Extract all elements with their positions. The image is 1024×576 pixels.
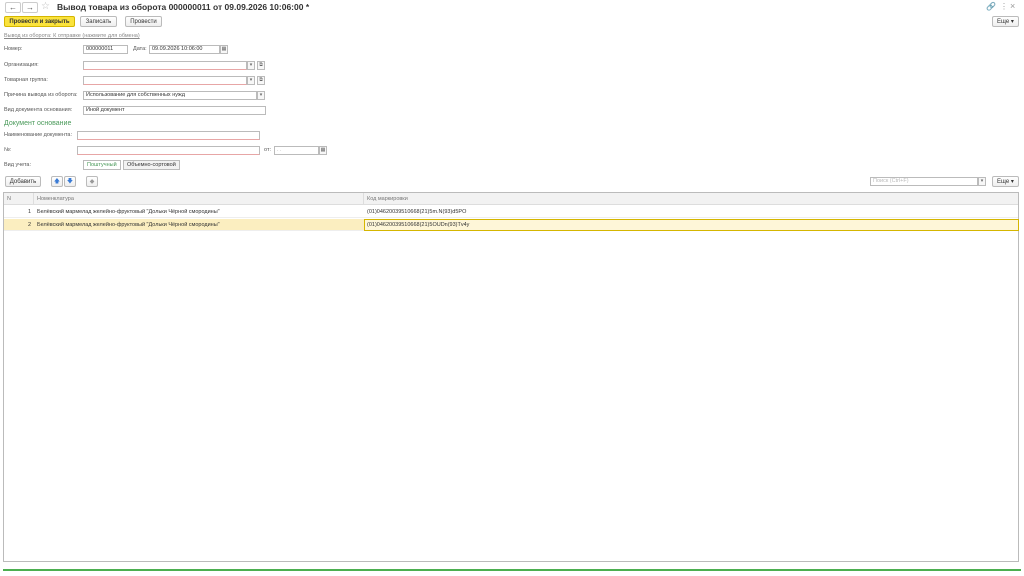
add-button[interactable]: Добавить <box>5 176 41 187</box>
org-label: Организация: <box>4 62 39 68</box>
calendar-icon[interactable]: ▦ <box>220 45 228 54</box>
favorite-star-icon[interactable]: ☆ <box>41 1 50 12</box>
dropdown-icon[interactable]: ▾ <box>978 177 986 186</box>
doc-name-field[interactable] <box>77 131 260 140</box>
section-title: Документ основание <box>4 120 72 127</box>
calendar-icon[interactable]: ▦ <box>319 146 327 155</box>
move-down-icon[interactable]: 🡇 <box>64 176 76 187</box>
link-icon[interactable]: 🔗 <box>986 2 996 11</box>
post-and-close-button[interactable]: Провести и закрыть <box>4 16 75 27</box>
number-field[interactable]: 000000011 <box>83 45 128 54</box>
menu-dots-icon[interactable]: ⋮ <box>1000 2 1008 11</box>
reason-field[interactable]: Использование для собственных нужд <box>83 91 257 100</box>
group-label: Товарная группа: <box>4 77 48 83</box>
mode-piece-toggle[interactable]: Поштучный <box>83 160 121 170</box>
status-bar-line <box>3 569 1021 571</box>
row-item[interactable]: Белёвский мармелад желейно-фруктовый "До… <box>37 219 362 231</box>
forward-button[interactable]: → <box>22 2 38 13</box>
row-code[interactable]: (01)04620039510668(21)5OUDn(93)Tv4y <box>364 219 1019 231</box>
from-date-field[interactable]: . . <box>274 146 319 155</box>
column-header-item[interactable]: Номенклатура <box>34 193 364 205</box>
move-up-icon[interactable]: 🡅 <box>51 176 63 187</box>
number-label: Номер: <box>4 46 23 52</box>
dropdown-icon[interactable]: ▾ <box>247 61 255 70</box>
barcode-icon[interactable]: ◆ <box>86 176 98 187</box>
mode-bulk-toggle[interactable]: Объемно-сортовой <box>123 160 180 170</box>
table-header: N Номенклатура Код маркировки <box>4 193 1018 205</box>
page-title: Вывод товара из оборота 000000011 от 09.… <box>57 2 310 12</box>
doc-num-field[interactable] <box>77 146 260 155</box>
org-field[interactable] <box>83 61 247 70</box>
open-icon[interactable]: ⧉ <box>257 76 265 85</box>
column-header-n[interactable]: N <box>4 193 34 205</box>
row-number: 1 <box>27 209 31 215</box>
close-icon[interactable]: × <box>1010 1 1015 11</box>
doc-kind-label: Вид документа основания: <box>4 107 73 113</box>
doc-num-label: №: <box>4 147 12 153</box>
table-more-button[interactable]: Еще ▾ <box>992 176 1019 187</box>
row-number: 2 <box>27 222 31 228</box>
items-table[interactable]: N Номенклатура Код маркировки 1 Белёвски… <box>3 192 1019 562</box>
row-item[interactable]: Белёвский мармелад желейно-фруктовый "До… <box>37 206 362 218</box>
reason-label: Причина вывода из оборота: <box>4 92 78 98</box>
doc-name-label: Наименование документа: <box>4 132 73 138</box>
save-button[interactable]: Записать <box>80 16 117 27</box>
back-button[interactable]: ← <box>5 2 21 13</box>
doc-kind-field[interactable]: Иной документ <box>83 106 266 115</box>
dropdown-icon[interactable]: ▾ <box>257 91 265 100</box>
from-label: от: <box>264 147 271 153</box>
post-button[interactable]: Провести <box>125 16 162 27</box>
date-label: Дата: <box>133 46 147 52</box>
dropdown-icon[interactable]: ▾ <box>247 76 255 85</box>
date-field[interactable]: 09.09.2026 10:06:00 <box>149 45 220 54</box>
row-code[interactable]: (01)04620039510668(21)5m.N(93)d5PO <box>367 206 667 218</box>
table-row[interactable]: 1 Белёвский мармелад желейно-фруктовый "… <box>4 206 1018 218</box>
accounting-label: Вид учета: <box>4 162 32 168</box>
open-icon[interactable]: ⧉ <box>257 61 265 70</box>
search-input[interactable]: Поиск (Ctrl+F) <box>870 177 978 186</box>
table-row[interactable]: 2 Белёвский мармелад желейно-фруктовый "… <box>4 219 1019 231</box>
status-link[interactable]: Вывод из оборота: К отправке (нажмите дл… <box>4 33 140 39</box>
more-button[interactable]: Еще ▾ <box>992 16 1019 27</box>
column-header-code[interactable]: Код маркировки <box>364 193 1018 205</box>
group-field[interactable] <box>83 76 247 85</box>
